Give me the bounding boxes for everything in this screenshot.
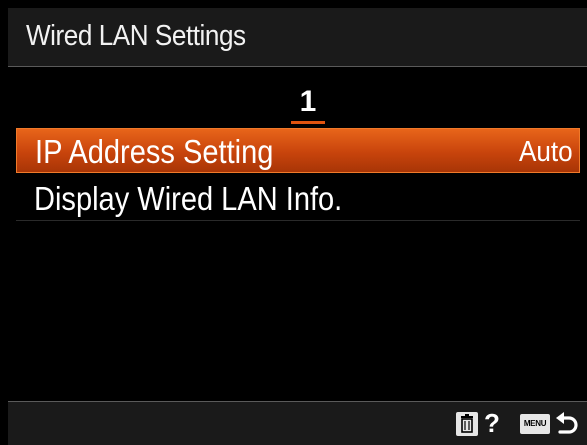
menu-button-icon[interactable]: MENU — [520, 414, 550, 434]
page-title: Wired LAN Settings — [26, 20, 246, 52]
camera-menu-screen: Wired LAN Settings 1 IP Address Setting … — [8, 8, 587, 445]
menu-item-ip-address-setting[interactable]: IP Address Setting Auto — [16, 128, 580, 173]
trash-icon[interactable] — [456, 412, 478, 436]
back-arrow-icon[interactable] — [554, 410, 580, 438]
settings-menu: IP Address Setting Auto Display Wired LA… — [16, 128, 580, 224]
title-bar: Wired LAN Settings — [8, 8, 587, 67]
bottom-bar: ? MENU — [8, 401, 587, 445]
menu-item-value: Auto — [519, 136, 573, 168]
page-indicator[interactable]: 1 — [291, 87, 325, 124]
page-underline — [291, 121, 325, 124]
page-number: 1 — [299, 85, 317, 118]
menu-item-label: IP Address Setting — [35, 133, 274, 170]
menu-item-label: Display Wired LAN Info. — [34, 180, 343, 217]
help-icon[interactable]: ? — [484, 408, 500, 439]
menu-item-display-wired-lan-info[interactable]: Display Wired LAN Info. — [16, 176, 580, 221]
